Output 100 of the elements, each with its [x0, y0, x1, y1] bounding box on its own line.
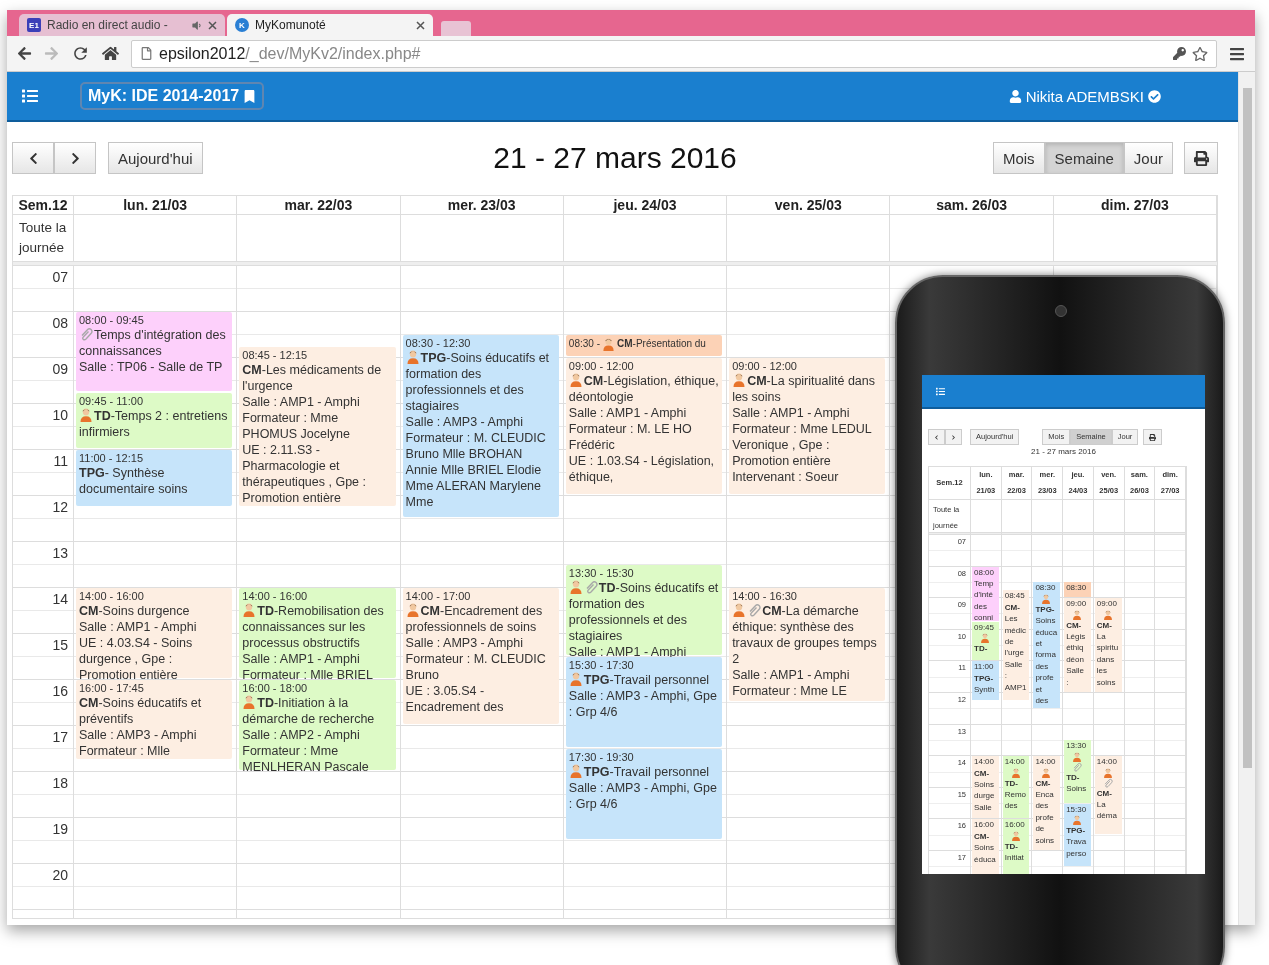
hour-label: 19 — [52, 821, 68, 837]
browser-tab[interactable]: K MyKomunoté — [227, 14, 433, 36]
calendar-event[interactable]: 08:45 CM- Les médic de l'urge Salle : AMP1 — [1002, 590, 1030, 700]
event-title: TPG-Soins éducatifs et formation des professionnels et des stagiaires — [405, 350, 551, 414]
calendar-event[interactable]: 14:00 CM- La déma — [1094, 756, 1122, 835]
event-time: 13:30 - 15:30 — [568, 566, 635, 580]
event-text: conni — [974, 612, 995, 624]
event-time: 15:30 - 17:30 — [568, 658, 635, 672]
close-icon[interactable] — [208, 20, 217, 30]
event-time: 08:30 — [1035, 582, 1057, 594]
print-button[interactable] — [1184, 142, 1218, 174]
event-detail: Salle : AMP3 - Amphi, Gpe : Grp 4/6 — [568, 688, 718, 720]
event-code: TPG- — [1066, 825, 1087, 837]
event-detail: UE : 1.03.S4 - Législation, éthique, — [568, 453, 716, 485]
day-header: jeu. 24/03 — [563, 196, 728, 215]
event-title: CM-La démarche éthique: synthèse des travaux de groupes temps 2 — [732, 603, 878, 667]
calendar-event[interactable]: 08:00 Temp d'inté des conni — [972, 566, 999, 621]
star-icon[interactable] — [1192, 45, 1208, 62]
close-icon[interactable] — [416, 20, 425, 30]
view-button[interactable]: Jour — [1123, 142, 1173, 174]
browser-tab[interactable]: E1 Radio en direct audio - — [19, 14, 225, 36]
key-icon[interactable] — [1173, 47, 1186, 60]
brand-button[interactable]: MyK: IDE 2014-2017 — [80, 82, 265, 110]
calendar-event[interactable]: 08:45 - 12:15 CM-Les médicaments de l'urgence Salle : AMP1 - Amphi Formateur : Mme PHOMUS Jocelyne UE : 2.11.S3 - Pharmacologie et thérapeutiques , Gpe : Promotion entière — [239, 346, 396, 506]
calendar-event[interactable]: 08:30 — [1064, 582, 1091, 598]
today-button[interactable]: Aujourd'hui — [108, 142, 203, 174]
calendar-event[interactable]: 08:30 TPG- Soins éduca et forma des profe et des — [1033, 582, 1061, 708]
event-title: TD-Initiation à la démarche de recherche — [242, 695, 376, 727]
calendar-event[interactable]: 11:00 - 12:15 TPG- Synthèse documentaire soins — [76, 450, 233, 506]
hour-label: 15 — [52, 637, 68, 653]
calendar-event[interactable]: 14:00 - 16:30 CM-La démarche éthique: synthèse des travaux de groupes temps 2 Salle : AMP1 - Amphi Formateur : Mme LE — [729, 588, 886, 701]
scrollbar-thumb[interactable] — [1242, 88, 1252, 768]
calendar-event[interactable]: 14:00 - 17:00 CM-Encadrement des professionnels de soins Salle : AMP3 - Amphi Formateur : M. CLEUDIC Bruno UE : 3.05.S4 - Encadrement des — [402, 588, 559, 724]
calendar-event[interactable]: 09:00 CM- La spiritu dans les soins — [1094, 598, 1122, 692]
previous-button[interactable] — [12, 142, 54, 174]
calendar-event[interactable]: 09:45 - 11:00 TD-Temps 2 : entretiens infirmiers — [76, 392, 233, 448]
print-button[interactable] — [1143, 429, 1163, 445]
calendar-event[interactable]: 14:00 - 16:00 TD-Remobilisation des connaissances sur les processus obstructifs Salle : AMP1 - Amphi Formateur : Mlle BRIEL — [239, 588, 396, 678]
event-detail: Salle : AMP1 - Amphi — [568, 405, 688, 421]
next-button[interactable] — [54, 142, 96, 174]
event-text: spiritu — [1096, 642, 1120, 654]
calendar-event[interactable]: 08:30 - CM-Présentation du — [565, 335, 723, 356]
hour-label: 12 — [52, 499, 68, 515]
event-time: 14:00 - 17:00 — [405, 589, 472, 603]
event-text: Trava — [1066, 836, 1088, 848]
event-code: CM- — [1004, 601, 1021, 614]
event-title: TPG-Travail personnel — [568, 764, 720, 780]
event-text: médic — [1004, 624, 1028, 636]
calendar-event[interactable]: 09:00 - 12:00 CM-Législation, éthique, déontologie Salle : AMP1 - Amphi Formateur : M. LE HO Frédéric UE : 1.03.S4 - Législation, éthique, — [565, 358, 723, 494]
home-icon[interactable] — [102, 45, 119, 62]
event-title: CM-Présentation du — [617, 337, 706, 351]
calendar-event[interactable]: 11:00 TPG- Synth — [972, 661, 999, 700]
event-time: 16:00 — [1004, 819, 1026, 831]
menu-icon[interactable] — [1229, 45, 1245, 62]
event-code: TD- — [1066, 771, 1081, 784]
event-code: TPG- — [974, 672, 995, 685]
back-icon[interactable] — [17, 46, 32, 61]
calendar-event[interactable]: 16:00 - 18:00 TD-Initiation à la démarche de recherche Salle : AMP2 - Amphi Formateur : Mme MENLHERAN Pascale — [239, 680, 396, 770]
event-text: des — [1035, 660, 1050, 673]
calendar-event[interactable]: 08:30 - 12:30 TPG-Soins éducatifs et formation des professionnels et des stagiaires Salle : AMP3 - Amphi Formateur : M. CLEUDIC Bruno Mlle BROHAN Annie Mlle BRIEL Elodie Mme ALERAN Marylene Mme — [402, 335, 559, 517]
event-time: 08:30 - — [568, 337, 600, 351]
calendar-event[interactable]: 14:00 - 16:00 CM-Soins durgence Salle : AMP1 - Amphi UE : 4.03.S4 - Soins durgence , Gpe : Promotion entière — [76, 588, 233, 678]
calendar-event[interactable]: 14:00 TD- Remo des — [1002, 756, 1030, 819]
event-code: CM- — [1066, 619, 1083, 631]
calendar-event[interactable]: 13:30 - 15:30 TD-Soins éducatifs et formation des professionnels et des stagiaires Salle : AMP1 - Amphi — [565, 565, 723, 655]
address-bar[interactable]: epsilon2012/_dev/MyKv2/index.php# — [131, 39, 1217, 68]
user-menu[interactable]: Nikita ADEMBSKI — [1008, 87, 1161, 105]
event-time: 08:00 — [974, 566, 996, 578]
calendar-event[interactable]: 14:00 CM- Enca des profe de soins — [1033, 756, 1061, 850]
event-text: Synth — [974, 684, 996, 696]
calendar-event[interactable]: 08:00 - 09:45 Temps d'intégration des connaissances Salle : TP06 - Salle de TP — [76, 312, 233, 391]
event-detail: UE : 3.05.S4 - Encadrement des — [405, 683, 505, 715]
event-time: 09:00 — [1066, 598, 1088, 610]
calendar-event[interactable]: 13:30 TD- Soins — [1064, 740, 1091, 803]
event-text: l'urge — [1004, 647, 1026, 659]
hour-label: 20 — [52, 867, 68, 883]
calendar-event[interactable]: 17:30 - 19:30 TPG-Travail personnel Salle : AMP3 - Amphi, Gpe : Grp 4/6 — [565, 749, 723, 839]
calendar-event[interactable]: 09:00 CM- Légis éthiq déon Salle : — [1064, 598, 1091, 692]
event-time: 09:00 - 12:00 — [732, 359, 798, 373]
view-button[interactable]: Semaine — [1044, 142, 1124, 174]
reload-icon[interactable] — [71, 44, 90, 63]
hour-label: 17 — [52, 729, 68, 745]
calendar-event[interactable]: 09:00 - 12:00 CM-La spiritualité dans les soins Salle : AMP1 - Amphi Formateur : Mme LEDUL Veronique , Gpe : Promotion entière Intervenant : Soeur — [729, 358, 886, 494]
calendar-event[interactable]: 16:00 CM- Soins éduca — [972, 819, 999, 874]
hour-label: 14 — [52, 591, 68, 607]
calendar-event[interactable]: 16:00 - 17:45 CM-Soins éducatifs et préventifs Salle : AMP3 - Amphi Formateur : Mlle — [76, 680, 233, 759]
calendar-event[interactable]: 14:00 CM- Soins durge Salle — [972, 756, 999, 819]
menu-icon[interactable] — [22, 88, 38, 104]
calendar-event[interactable]: 16:00 TD- Initiat — [1002, 819, 1030, 874]
calendar-event[interactable]: 15:30 TPG- Trava perso — [1064, 803, 1091, 866]
chevron-left-icon — [934, 434, 939, 440]
event-detail: Salle : AMP2 - Amphi — [242, 727, 361, 743]
event-detail: Salle : AMP1 - Amphi — [732, 405, 851, 421]
calendar-event[interactable]: 15:30 - 17:30 TPG-Travail personnel Salle : AMP3 - Amphi, Gpe : Grp 4/6 — [565, 657, 723, 747]
event-text: et — [1035, 638, 1044, 650]
event-text: les — [1096, 665, 1109, 677]
view-button[interactable]: Mois — [992, 142, 1045, 174]
calendar-event[interactable]: 09:45 TD- — [972, 621, 999, 661]
chevron-right-icon — [951, 434, 956, 440]
menu-icon[interactable] — [936, 386, 945, 396]
